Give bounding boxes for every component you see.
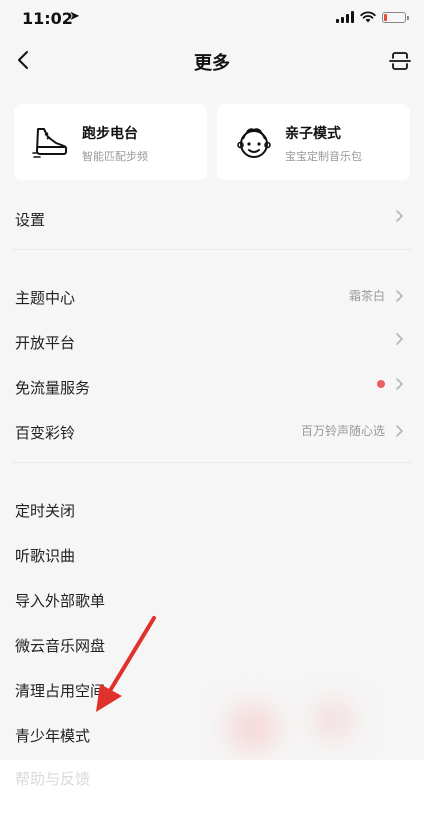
card-title: 亲子模式 — [285, 126, 341, 142]
more-menu-list: 设置 主题中心 霜茶白 开放平台 免流量服务 百变彩铃 百万铃声随心选 定时关闭… — [0, 196, 424, 757]
menu-item-theme[interactable]: 主题中心 霜茶白 — [0, 274, 424, 319]
menu-item-youth-mode[interactable]: 青少年模式 — [0, 712, 424, 757]
card-title: 跑步电台 — [82, 126, 138, 142]
status-indicators — [336, 11, 409, 23]
parent-child-mode-card[interactable]: 亲子模式 宝宝定制音乐包 — [217, 104, 410, 180]
signal-icon — [336, 11, 354, 23]
annotation-arrow-icon — [96, 616, 156, 712]
menu-item-free-traffic[interactable]: 免流量服务 — [0, 364, 424, 409]
card-subtitle: 宝宝定制音乐包 — [285, 150, 362, 163]
menu-item-label: 设置 — [15, 211, 46, 229]
menu-item-value: 百万铃声随心选 — [300, 424, 385, 438]
menu-item-open-platform[interactable]: 开放平台 — [0, 319, 424, 364]
notification-dot — [377, 380, 385, 388]
battery-level — [384, 13, 388, 21]
nav-bar: 更多 — [0, 38, 424, 84]
menu-item-clear-space[interactable]: 清理占用空间 — [0, 667, 424, 712]
decorative-blur — [314, 702, 354, 738]
menu-item-label: 免流量服务 — [15, 379, 91, 397]
menu-item-label: 青少年模式 — [15, 727, 91, 745]
decorative-blur — [228, 706, 278, 750]
menu-item-timer-off[interactable]: 定时关闭 — [0, 487, 424, 532]
more-screen: 11:02 ➤ 更多 跑步电台 智能匹配步频 亲子模式 宝宝定制音乐包 设置 主… — [0, 0, 424, 816]
page-title: 更多 — [194, 53, 230, 74]
menu-item-label: 定时关闭 — [15, 502, 76, 520]
menu-item-label: 百变彩铃 — [15, 424, 76, 442]
menu-item-song-recognition[interactable]: 听歌识曲 — [0, 532, 424, 577]
status-time: 11:02 — [22, 9, 73, 28]
wifi-icon — [360, 11, 376, 23]
menu-item-value: 霜茶白 — [348, 289, 385, 303]
menu-item-label: 听歌识曲 — [15, 547, 76, 565]
chevron-right-icon — [396, 424, 404, 437]
chevron-right-icon — [396, 378, 404, 390]
menu-item-label: 开放平台 — [15, 334, 76, 352]
card-subtitle: 智能匹配步频 — [82, 150, 148, 163]
menu-item-label: 主题中心 — [15, 289, 76, 307]
feature-cards: 跑步电台 智能匹配步频 亲子模式 宝宝定制音乐包 — [14, 104, 410, 180]
chevron-right-icon — [396, 289, 404, 302]
baby-face-icon — [237, 128, 271, 158]
battery-icon — [382, 11, 409, 23]
scan-icon[interactable] — [388, 49, 412, 73]
menu-item-settings[interactable]: 设置 — [0, 196, 424, 241]
menu-item-cloud-disk[interactable]: 微云音乐网盘 — [0, 622, 424, 667]
running-shoe-icon — [32, 128, 68, 158]
chevron-right-icon — [396, 333, 404, 345]
status-bar: 11:02 ➤ — [0, 0, 424, 38]
menu-item-help[interactable]: 帮助与反馈 — [15, 768, 90, 789]
menu-item-import-playlist[interactable]: 导入外部歌单 — [0, 577, 424, 622]
location-icon: ➤ — [69, 9, 80, 24]
running-radio-card[interactable]: 跑步电台 智能匹配步频 — [14, 104, 207, 180]
chevron-right-icon — [396, 210, 404, 222]
menu-item-label: 导入外部歌单 — [15, 592, 106, 610]
menu-item-ringtone[interactable]: 百变彩铃 百万铃声随心选 — [0, 409, 424, 454]
